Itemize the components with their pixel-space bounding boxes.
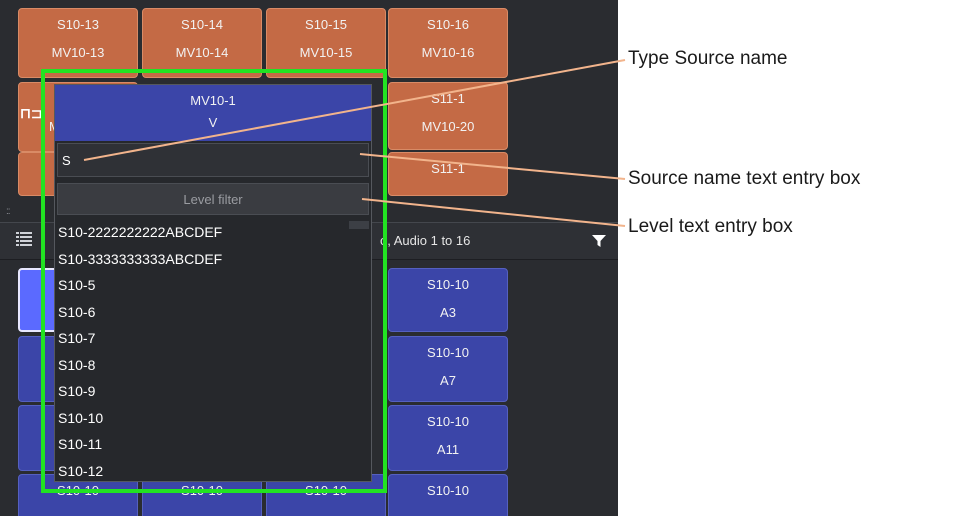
source-label: S10-10 — [305, 483, 347, 498]
source-button[interactable]: S10-10 — [388, 474, 508, 516]
source-result-item[interactable]: S10-11 — [55, 431, 371, 458]
source-button[interactable]: S10-14 MV10-14 — [142, 8, 262, 78]
level-label: A3 — [440, 305, 456, 320]
source-button[interactable]: S11-1 — [388, 152, 508, 196]
source-label: S10-10 — [427, 483, 469, 498]
source-result-item[interactable]: S10-9 — [55, 378, 371, 405]
level-filter-input[interactable] — [57, 183, 369, 215]
level-name: V — [208, 115, 218, 130]
source-result-item[interactable]: S10-8 — [55, 352, 371, 379]
source-button[interactable]: S10-13 MV10-13 — [18, 8, 138, 78]
source-results-list: S10-2222222222ABCDEF S10-3333333333ABCDE… — [55, 219, 371, 484]
source-result-item[interactable]: S10-6 — [55, 299, 371, 326]
destination-name: MV10-1 — [190, 93, 236, 108]
list-icon[interactable] — [16, 231, 32, 247]
source-label: S10-16 — [427, 17, 469, 32]
destination-label: MV10-16 — [421, 45, 475, 60]
callout-source-name-box: Source name text entry box — [628, 168, 861, 189]
source-label: S10-14 — [181, 17, 223, 32]
source-label: S10-10 — [427, 414, 469, 429]
source-button[interactable]: S11-1 MV10-20 — [388, 82, 508, 150]
splitter-grip-icon[interactable]: :: — [6, 206, 10, 217]
level-set-label: o, Audio 1 to 16 — [380, 233, 471, 248]
destination-label: MV10-14 — [175, 45, 229, 60]
source-label: S10-10 — [57, 483, 99, 498]
source-label: S10-10 — [181, 483, 223, 498]
source-button[interactable]: S10-10 A11 — [388, 405, 508, 471]
callout-level-box: Level text entry box — [628, 216, 793, 237]
source-label: S10-15 — [305, 17, 347, 32]
destination-label: MV10-13 — [51, 45, 105, 60]
filter-icon[interactable] — [592, 234, 606, 248]
destination-label: MV10-15 — [299, 45, 353, 60]
source-button[interactable]: S10-16 MV10-16 — [388, 8, 508, 78]
source-label: S10-13 — [57, 17, 99, 32]
source-button[interactable]: S10-15 MV10-15 — [266, 8, 386, 78]
popup-header-button[interactable]: MV10-1 V — [55, 85, 371, 141]
source-result-item[interactable]: S10-2222222222ABCDEF — [55, 219, 371, 246]
level-label: A7 — [440, 373, 456, 388]
source-picker-popup: MV10-1 V S10-2222222222ABCDEF S10-333333… — [54, 84, 372, 482]
callout-type-source-name: Type Source name — [628, 48, 788, 69]
router-icon: ⊓⊐ — [20, 105, 43, 121]
source-label: S10-10 — [427, 345, 469, 360]
app-panel: S10-13 MV10-13 S10-14 MV10-14 S10-15 MV1… — [0, 0, 618, 516]
source-button[interactable]: S10-10 A7 — [388, 336, 508, 402]
source-result-item[interactable]: S10-3333333333ABCDEF — [55, 246, 371, 273]
source-button[interactable]: S10-10 A3 — [388, 268, 508, 332]
destination-label: MV10-20 — [421, 119, 475, 134]
source-result-item[interactable]: S10-7 — [55, 325, 371, 352]
source-label: S11-1 — [431, 91, 465, 106]
level-label: A11 — [436, 442, 460, 457]
source-result-item[interactable]: S10-10 — [55, 405, 371, 432]
source-label: S10-10 — [427, 277, 469, 292]
source-label: S11-1 — [431, 161, 465, 176]
source-result-item[interactable]: S10-12 — [55, 458, 371, 485]
source-name-input[interactable] — [57, 143, 369, 177]
source-result-item[interactable]: S10-5 — [55, 272, 371, 299]
